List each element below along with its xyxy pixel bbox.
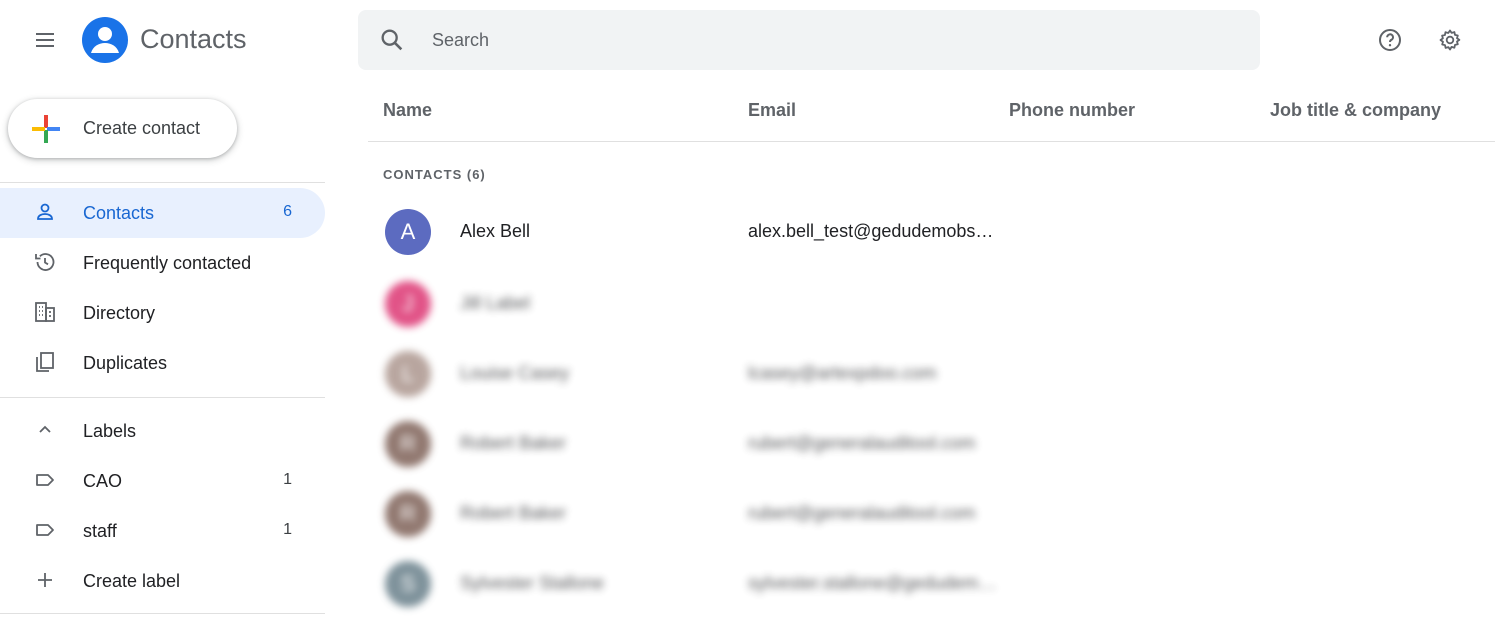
contacts-section-label: CONTACTS (6) [383, 167, 486, 182]
search-icon[interactable] [378, 26, 406, 54]
sidebar-item-count: 1 [283, 521, 292, 538]
app-title: Contacts [140, 24, 247, 54]
contacts-logo [82, 17, 128, 63]
avatar-initial: R [400, 501, 416, 526]
contact-name: Jill Label [460, 293, 531, 313]
sidebar-item-label: CAO [83, 471, 123, 491]
help-button[interactable] [1370, 20, 1410, 60]
history-icon [35, 253, 55, 271]
table-row[interactable]: R Robert Baker rubert@generalauditool.co… [368, 480, 1495, 550]
sidebar-divider [0, 397, 325, 398]
avatar-initial: A [400, 219, 416, 244]
person-icon [37, 203, 53, 220]
table-row[interactable]: L Louise Casey lcasey@artexpdoo.com [368, 340, 1495, 410]
sidebar-item-label: Duplicates [83, 353, 168, 373]
contact-email: rubert@generalauditool.com [748, 433, 976, 453]
contact-name: Robert Baker [460, 503, 567, 523]
create-label-text: Create label [83, 571, 181, 591]
sidebar-item-duplicates[interactable]: Duplicates [0, 338, 325, 388]
contact-name: Robert Baker [460, 433, 567, 453]
avatar-initial: R [400, 431, 416, 456]
label-tag-icon [36, 524, 54, 536]
avatar: A [385, 209, 431, 255]
avatar: R [385, 421, 431, 467]
sidebar-divider [0, 613, 325, 614]
copy-icon [36, 352, 54, 372]
gear-icon [1439, 29, 1461, 51]
help-icon [1379, 29, 1401, 51]
sidebar-item-label: Frequently contacted [83, 253, 252, 273]
create-contact-button[interactable]: Create contact [8, 99, 237, 158]
contact-name: Louise Casey [460, 363, 570, 383]
table-row[interactable]: S Sylvester Stallone sylvester.stallone@… [368, 550, 1495, 618]
hamburger-menu-icon [36, 33, 54, 47]
contact-email: sylvester.stallone@gedudem… [748, 573, 997, 593]
table-row[interactable]: R Robert Baker rubert@generalauditool.co… [368, 410, 1495, 480]
table-row[interactable]: A Alex Bell alex.bell_test@gedudemobsn… [368, 198, 1495, 268]
contact-name: Sylvester Stallone [460, 573, 605, 593]
column-header-name[interactable]: Name [383, 100, 432, 121]
contact-name: Alex Bell [460, 221, 531, 241]
sidebar-item-label: Directory [83, 303, 156, 323]
search-bar[interactable] [358, 10, 1260, 70]
label-tag-icon [36, 474, 54, 486]
settings-button[interactable] [1430, 20, 1470, 60]
column-header-job[interactable]: Job title & company [1270, 100, 1441, 121]
table-header-divider [368, 141, 1495, 142]
chevron-up-icon [39, 425, 51, 433]
contact-email: lcasey@artexpdoo.com [748, 363, 937, 383]
sidebar-item-contacts[interactable]: Contacts 6 [0, 188, 325, 238]
contact-email: alex.bell_test@gedudemobsn… [748, 221, 998, 241]
sidebar-item-label-cao[interactable]: CAO 1 [0, 456, 325, 506]
sidebar-item-frequently-contacted[interactable]: Frequently contacted [0, 238, 325, 288]
column-header-phone[interactable]: Phone number [1009, 100, 1135, 121]
sidebar-divider [0, 182, 325, 183]
main-menu-button[interactable] [25, 20, 65, 60]
labels-toggle[interactable]: Labels [0, 406, 325, 456]
avatar-initial: S [400, 571, 416, 596]
avatar-initial: L [401, 361, 415, 386]
plus-icon [38, 573, 52, 587]
avatar: J [385, 281, 431, 327]
sidebar-item-label: staff [83, 521, 117, 541]
avatar: L [385, 351, 431, 397]
sidebar-item-label-staff[interactable]: staff 1 [0, 506, 325, 556]
search-input[interactable] [432, 26, 1212, 54]
table-row[interactable]: J Jill Label [368, 270, 1495, 340]
contact-email: rubert@generalauditool.com [748, 503, 976, 523]
create-label-button[interactable]: Create label [0, 556, 325, 606]
avatar-initial: J [402, 291, 414, 316]
sidebar-item-directory[interactable]: Directory [0, 288, 325, 338]
sidebar-item-label: Contacts [83, 203, 155, 223]
labels-header: Labels [83, 421, 137, 441]
sidebar-item-count: 1 [283, 471, 292, 488]
colored-plus-icon [32, 115, 60, 143]
avatar: S [385, 561, 431, 607]
building-icon [35, 302, 55, 322]
avatar: R [385, 491, 431, 537]
create-contact-label: Create contact [83, 118, 201, 138]
sidebar-item-count: 6 [283, 203, 292, 220]
person-logo-icon [91, 27, 119, 53]
column-header-email[interactable]: Email [748, 100, 796, 121]
